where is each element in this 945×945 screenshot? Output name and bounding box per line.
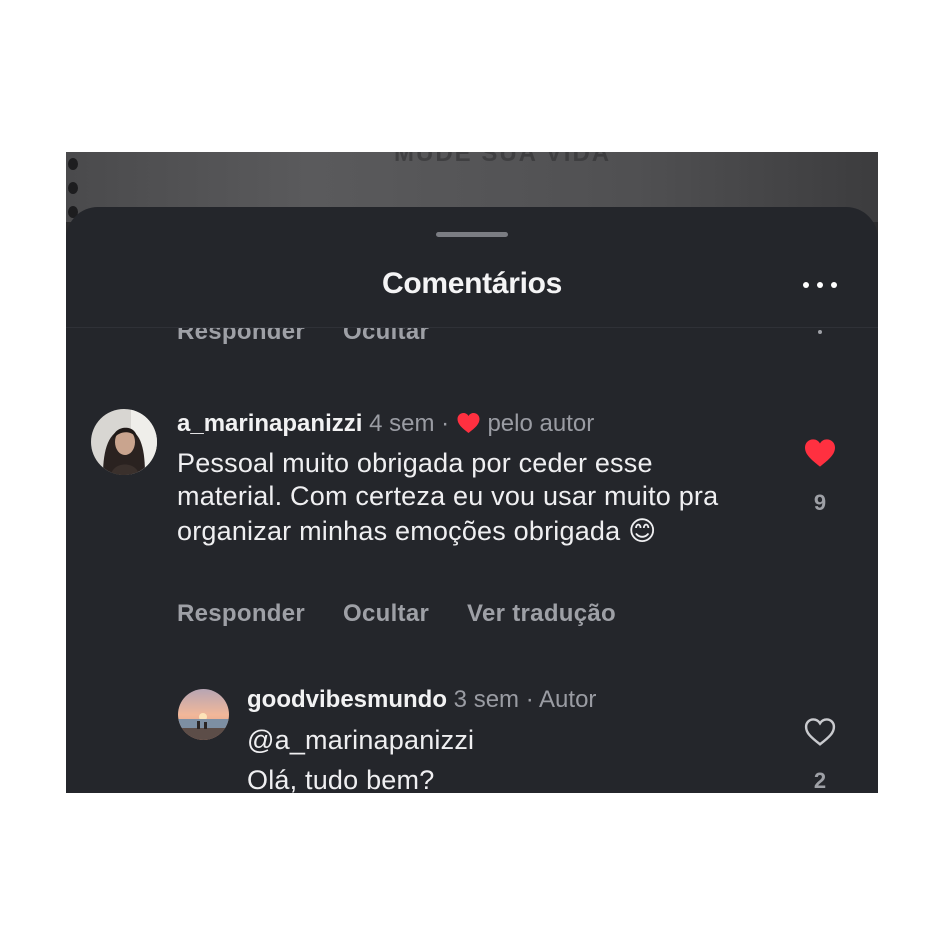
comment-text-content: Olá, tudo bem? xyxy=(247,765,435,793)
notebook-ring xyxy=(68,158,78,170)
username[interactable]: goodvibesmundo xyxy=(247,686,447,713)
comment-meta: a_marinapanizzi 4 sem · pelo autor xyxy=(177,410,594,438)
reply-button[interactable]: Responder xyxy=(177,600,305,628)
author-badge: Autor xyxy=(539,686,597,713)
username[interactable]: a_marinapanizzi xyxy=(177,410,362,437)
timestamp: 3 sem xyxy=(453,686,520,713)
avatar[interactable] xyxy=(91,409,157,475)
app-screen: MUDE SUA VIDA Comentários Responder Ocul… xyxy=(66,152,878,793)
comment-text: @a_marinapanizzi Olá, tudo bem? xyxy=(247,724,747,793)
separator: · xyxy=(525,686,534,713)
sheet-title: Comentários xyxy=(381,267,563,300)
like-heart-outline-icon[interactable] xyxy=(803,717,837,747)
avatar[interactable] xyxy=(178,689,229,740)
drag-handle[interactable] xyxy=(436,232,508,237)
background-post-text: MUDE SUA VIDA xyxy=(394,152,612,167)
see-translation-button[interactable]: Ver tradução xyxy=(467,600,616,628)
prev-like-count-dot xyxy=(818,330,822,334)
separator: · xyxy=(441,410,450,437)
like-heart-filled-icon[interactable] xyxy=(803,438,837,468)
reply-button[interactable]: Responder xyxy=(177,328,305,346)
more-horizontal-icon[interactable] xyxy=(800,278,840,292)
hide-button[interactable]: Ocultar xyxy=(343,600,429,628)
hide-button[interactable]: Ocultar xyxy=(343,328,429,346)
mention-link[interactable]: @a_marinapanizzi xyxy=(247,724,747,757)
like-count: 2 xyxy=(813,768,827,793)
like-count: 9 xyxy=(813,490,827,515)
liked-by-author-label: pelo autor xyxy=(487,410,595,437)
comments-list: Responder Ocultar a_marinapanizzi 4 sem … xyxy=(66,328,878,793)
heart-filled-icon xyxy=(457,413,480,433)
timestamp: 4 sem xyxy=(369,410,435,437)
notebook-ring xyxy=(68,182,78,194)
smiling-face-emoji: 😊 xyxy=(628,516,657,546)
comment-meta: goodvibesmundo 3 sem · Autor xyxy=(247,686,596,714)
comment-text: Pessoal muito obrigada por ceder esse ma… xyxy=(177,447,747,548)
